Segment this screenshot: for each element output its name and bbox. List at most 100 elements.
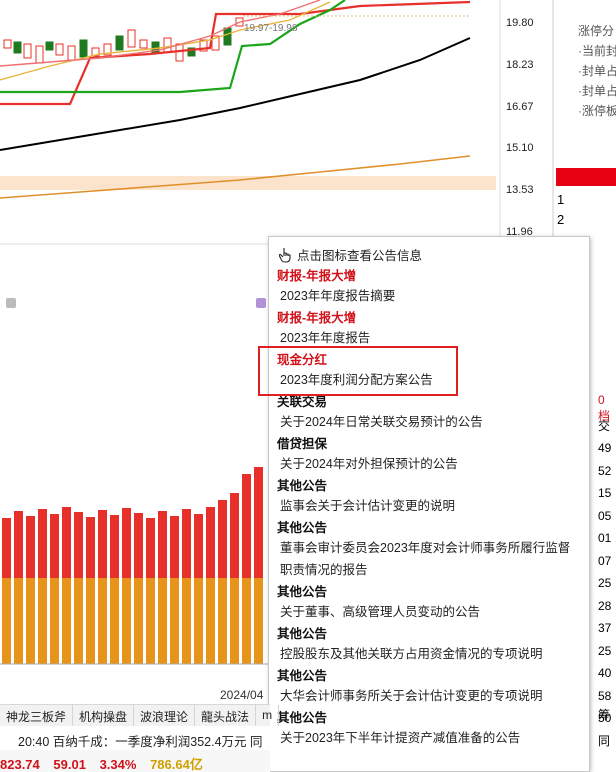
announcement-title[interactable]: 大华会计师事务所关于会计估计变更的专项说明 bbox=[280, 685, 581, 707]
volume-bar-upper bbox=[26, 516, 35, 578]
tab-bolang[interactable]: 波浪理论 bbox=[134, 705, 196, 726]
index-change: 59.01 bbox=[53, 757, 86, 772]
side-digit: 07 bbox=[598, 553, 612, 568]
announcement-title[interactable]: 2023年度利润分配方案公告 bbox=[280, 369, 581, 391]
volume-bar-upper bbox=[206, 507, 215, 578]
announcement-type: 其他公告 bbox=[277, 585, 328, 599]
volume-bar-lower bbox=[254, 578, 263, 664]
volume-bar-lower bbox=[206, 578, 215, 664]
announcement-list: 财报-年报大增 2023年年度报告摘要 财报-年报大增 2023年年度报告 现金分红 20… bbox=[277, 267, 581, 749]
announcement-title[interactable]: 控股股东及其他关联方占用资金情况的专项说明 bbox=[280, 643, 581, 665]
announcement-type: 其他公告 bbox=[277, 669, 328, 683]
candle bbox=[79, 39, 88, 58]
right-note: ·封单占 bbox=[578, 64, 616, 78]
volume-bar-lower bbox=[242, 578, 251, 664]
announcement-type: 关联交易 bbox=[277, 395, 328, 409]
popup-hint-text: 点击图标查看公告信息 bbox=[297, 249, 423, 263]
side-digit: 52 bbox=[598, 463, 612, 478]
announcement-type: 借贷担保 bbox=[277, 437, 328, 451]
candle bbox=[3, 39, 12, 49]
announcement-type: 财报-年报大增 bbox=[277, 311, 357, 325]
volume-bar-lower bbox=[50, 578, 59, 664]
index-value: 823.74 bbox=[0, 757, 40, 772]
volume-bar-upper bbox=[14, 511, 23, 578]
announcement-title[interactable]: 2023年年度报告 bbox=[280, 327, 581, 349]
announcement-title[interactable]: 关于2024年对外担保预计的公告 bbox=[280, 453, 581, 475]
volume-bar-lower bbox=[218, 578, 227, 664]
volume-bar-lower bbox=[122, 578, 131, 664]
index-amount: 786.64亿 bbox=[150, 757, 203, 772]
announcement-title[interactable]: 监事会关于会计估计变更的说明 bbox=[280, 495, 581, 517]
volume-bar-upper bbox=[86, 517, 95, 578]
candle bbox=[23, 43, 32, 59]
price-tick: 15.10 bbox=[506, 142, 534, 154]
candle bbox=[163, 37, 172, 53]
candle bbox=[45, 41, 54, 51]
date-label: 2024/04 bbox=[220, 688, 264, 702]
side-digit: 15 bbox=[598, 486, 612, 500]
price-tick: 16.67 bbox=[506, 101, 534, 113]
price-band bbox=[0, 176, 496, 190]
volume-bar-upper bbox=[62, 507, 71, 578]
volume-bar-upper bbox=[254, 467, 263, 578]
announcement-title[interactable]: 关于2023年下半年计提资产减值准备的公告 bbox=[280, 727, 581, 749]
candle bbox=[55, 43, 64, 56]
volume-bar-upper bbox=[194, 514, 203, 578]
volume-bar-lower bbox=[182, 578, 191, 664]
announcement-icon[interactable] bbox=[256, 298, 266, 308]
volume-bar-upper bbox=[74, 512, 83, 578]
announcement-title[interactable]: 2023年年度报告摘要 bbox=[280, 285, 581, 307]
right-note: ·当前封 bbox=[578, 44, 616, 58]
volume-bar-lower bbox=[158, 578, 167, 664]
range-label: 19.97-19.98 bbox=[244, 23, 298, 34]
news-text: 百纳千成：一季度净利润352.4万元 同 bbox=[52, 735, 263, 749]
volume-bar-upper bbox=[230, 493, 239, 578]
index-percent: 3.34% bbox=[99, 757, 137, 772]
volume-bar-upper bbox=[110, 515, 119, 578]
index-statusbar: 823.74 59.01 3.34% 786.64亿 bbox=[0, 750, 270, 772]
volume-bar-lower bbox=[170, 578, 179, 664]
hand-pointer-icon bbox=[279, 247, 291, 263]
candle bbox=[223, 27, 232, 46]
announcement-popup[interactable]: 点击图标查看公告信息 财报-年报大增 2023年年度报告摘要 财报-年报大增 2023… bbox=[268, 236, 590, 772]
side-digit: 25 bbox=[598, 576, 612, 590]
price-tick: 13.53 bbox=[506, 184, 534, 196]
news-ticker[interactable]: 20:40 百纳千成：一季度净利润352.4万元 同 bbox=[0, 726, 270, 750]
volume-bar-lower bbox=[98, 578, 107, 664]
volume-bar-lower bbox=[74, 578, 83, 664]
volume-bar-upper bbox=[170, 516, 179, 578]
side-digit: 25 bbox=[598, 643, 612, 658]
volume-bar-lower bbox=[146, 578, 155, 664]
side-footer-char: 筹 bbox=[598, 708, 611, 722]
side-digit: 40 bbox=[598, 666, 612, 680]
candle bbox=[127, 29, 136, 48]
right-note: ·涨停板 bbox=[578, 104, 616, 118]
candle bbox=[67, 45, 76, 61]
tab-longtou[interactable]: 龍头战法 bbox=[195, 705, 257, 726]
announcement-title[interactable]: 关于2024年日常关联交易预计的公告 bbox=[280, 411, 581, 433]
side-digit: 01 bbox=[598, 531, 612, 545]
panel-settings-icon[interactable] bbox=[6, 298, 16, 308]
side-digit: 05 bbox=[598, 508, 612, 523]
volume-bar-upper bbox=[182, 509, 191, 578]
tab-shenlong[interactable]: 神龙三板斧 bbox=[0, 705, 74, 726]
candle bbox=[13, 41, 22, 54]
candle bbox=[175, 43, 184, 62]
volume-bar-upper bbox=[50, 514, 59, 578]
candle bbox=[35, 45, 44, 64]
right-red-bar bbox=[556, 168, 616, 186]
indicator-tabbar: 神龙三板斧 机构操盘 波浪理论 龍头战法 m bbox=[0, 704, 280, 726]
tab-jigou[interactable]: 机构操盘 bbox=[73, 705, 135, 726]
volume-bar-upper bbox=[218, 500, 227, 578]
announcement-title[interactable]: 关于董事、高级管理人员变动的公告 bbox=[280, 601, 581, 623]
volume-bar-upper bbox=[134, 513, 143, 578]
announcement-type: 其他公告 bbox=[277, 479, 328, 493]
announcement-title[interactable]: 董事会审计委员会2023年度对会计师事务所履行监督职责情况的报告 bbox=[280, 537, 581, 581]
volume-bar-upper bbox=[146, 518, 155, 578]
announcement-type: 现金分红 bbox=[277, 353, 328, 367]
volume-bar-lower bbox=[62, 578, 71, 664]
side-digit: 49 bbox=[598, 441, 612, 455]
volume-bar-upper bbox=[2, 518, 11, 578]
tab-more[interactable]: m bbox=[256, 705, 280, 726]
volume-bar-lower bbox=[134, 578, 143, 664]
